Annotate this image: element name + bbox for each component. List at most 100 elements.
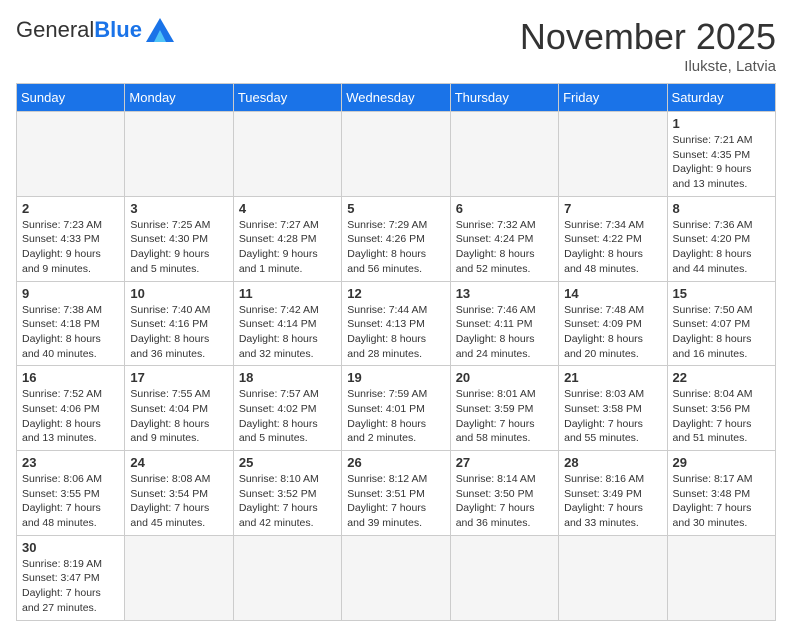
day-number: 5 [347, 201, 444, 216]
day-info: Sunrise: 8:14 AMSunset: 3:50 PMDaylight:… [456, 472, 553, 531]
logo-text: GeneralBlue [16, 17, 142, 42]
day-info: Sunrise: 7:27 AMSunset: 4:28 PMDaylight:… [239, 218, 336, 277]
table-row: 4 Sunrise: 7:27 AMSunset: 4:28 PMDaylight… [233, 196, 341, 281]
table-row: 13Sunrise: 7:46 AMSunset: 4:11 PMDayligh… [450, 281, 558, 366]
day-info: Sunrise: 8:06 AMSunset: 3:55 PMDaylight:… [22, 472, 119, 531]
table-row: 3Sunrise: 7:25 AMSunset: 4:30 PMDaylight… [125, 196, 233, 281]
calendar-row: 9 Sunrise: 7:38 AMSunset: 4:18 PMDaylight… [17, 281, 776, 366]
empty-cell [125, 112, 233, 197]
table-row: 10 Sunrise: 7:40 AMSunset: 4:16 PMDayligh… [125, 281, 233, 366]
day-info: Sunrise: 7:38 AMSunset: 4:18 PMDaylight:… [22, 303, 119, 362]
day-info: Sunrise: 7:50 AMSunset: 4:07 PMDaylight:… [673, 303, 770, 362]
day-number: 2 [22, 201, 119, 216]
calendar-row: 16Sunrise: 7:52 AMSunset: 4:06 PMDayligh… [17, 366, 776, 451]
month-title: November 2025 [520, 16, 776, 58]
header-wednesday: Wednesday [342, 84, 450, 112]
day-number: 3 [130, 201, 227, 216]
day-number: 25 [239, 455, 336, 470]
table-row: 24 Sunrise: 8:08 AMSunset: 3:54 PMDayligh… [125, 451, 233, 536]
day-info: Sunrise: 7:40 AMSunset: 4:16 PMDaylight:… [130, 303, 227, 362]
table-row: 12 Sunrise: 7:44 AMSunset: 4:13 PMDayligh… [342, 281, 450, 366]
day-info: Sunrise: 8:04 AMSunset: 3:56 PMDaylight:… [673, 387, 770, 446]
calendar-row: 30 Sunrise: 8:19 AMSunset: 3:47 PMDayligh… [17, 535, 776, 620]
table-row: 9 Sunrise: 7:38 AMSunset: 4:18 PMDaylight… [17, 281, 125, 366]
table-row: 8 Sunrise: 7:36 AMSunset: 4:20 PMDaylight… [667, 196, 775, 281]
table-row: 29 Sunrise: 8:17 AMSunset: 3:48 PMDayligh… [667, 451, 775, 536]
day-number: 24 [130, 455, 227, 470]
logo: GeneralBlue [16, 16, 176, 44]
day-number: 30 [22, 540, 119, 555]
day-info: Sunrise: 7:36 AMSunset: 4:20 PMDaylight:… [673, 218, 770, 277]
day-number: 18 [239, 370, 336, 385]
empty-cell [17, 112, 125, 197]
day-number: 28 [564, 455, 661, 470]
day-info: Sunrise: 7:55 AMSunset: 4:04 PMDaylight:… [130, 387, 227, 446]
day-number: 1 [673, 116, 770, 131]
table-row: 19Sunrise: 7:59 AMSunset: 4:01 PMDayligh… [342, 366, 450, 451]
day-number: 14 [564, 286, 661, 301]
empty-cell [233, 535, 341, 620]
table-row: 17 Sunrise: 7:55 AMSunset: 4:04 PMDayligh… [125, 366, 233, 451]
table-row: 5 Sunrise: 7:29 AMSunset: 4:26 PMDaylight… [342, 196, 450, 281]
logo-blue: Blue [94, 17, 142, 42]
day-number: 20 [456, 370, 553, 385]
day-info: Sunrise: 7:21 AMSunset: 4:35 PMDaylight:… [673, 133, 770, 192]
day-info: Sunrise: 8:10 AMSunset: 3:52 PMDaylight:… [239, 472, 336, 531]
day-number: 19 [347, 370, 444, 385]
header-tuesday: Tuesday [233, 84, 341, 112]
header-saturday: Saturday [667, 84, 775, 112]
table-row: 1 Sunrise: 7:21 AMSunset: 4:35 PMDaylight… [667, 112, 775, 197]
table-row: 2Sunrise: 7:23 AMSunset: 4:33 PMDaylight… [17, 196, 125, 281]
calendar-row: 1 Sunrise: 7:21 AMSunset: 4:35 PMDaylight… [17, 112, 776, 197]
day-number: 17 [130, 370, 227, 385]
header-monday: Monday [125, 84, 233, 112]
day-info: Sunrise: 7:57 AMSunset: 4:02 PMDaylight:… [239, 387, 336, 446]
day-number: 9 [22, 286, 119, 301]
day-info: Sunrise: 7:42 AMSunset: 4:14 PMDaylight:… [239, 303, 336, 362]
empty-cell [559, 112, 667, 197]
location: Ilukste, Latvia [520, 58, 776, 75]
table-row: 25 Sunrise: 8:10 AMSunset: 3:52 PMDayligh… [233, 451, 341, 536]
day-number: 29 [673, 455, 770, 470]
table-row: 6Sunrise: 7:32 AMSunset: 4:24 PMDaylight… [450, 196, 558, 281]
day-number: 12 [347, 286, 444, 301]
day-info: Sunrise: 7:46 AMSunset: 4:11 PMDaylight:… [456, 303, 553, 362]
table-row: 18 Sunrise: 7:57 AMSunset: 4:02 PMDayligh… [233, 366, 341, 451]
day-number: 6 [456, 201, 553, 216]
table-row: 26Sunrise: 8:12 AMSunset: 3:51 PMDayligh… [342, 451, 450, 536]
table-row: 11Sunrise: 7:42 AMSunset: 4:14 PMDayligh… [233, 281, 341, 366]
day-info: Sunrise: 7:48 AMSunset: 4:09 PMDaylight:… [564, 303, 661, 362]
empty-cell [125, 535, 233, 620]
table-row: 7 Sunrise: 7:34 AMSunset: 4:22 PMDaylight… [559, 196, 667, 281]
day-info: Sunrise: 7:52 AMSunset: 4:06 PMDaylight:… [22, 387, 119, 446]
day-info: Sunrise: 8:19 AMSunset: 3:47 PMDaylight:… [22, 557, 119, 616]
day-number: 27 [456, 455, 553, 470]
day-number: 8 [673, 201, 770, 216]
day-number: 23 [22, 455, 119, 470]
day-info: Sunrise: 7:34 AMSunset: 4:22 PMDaylight:… [564, 218, 661, 277]
calendar-row: 23 Sunrise: 8:06 AMSunset: 3:55 PMDayligh… [17, 451, 776, 536]
day-info: Sunrise: 8:03 AMSunset: 3:58 PMDaylight:… [564, 387, 661, 446]
day-number: 4 [239, 201, 336, 216]
header-thursday: Thursday [450, 84, 558, 112]
day-info: Sunrise: 7:29 AMSunset: 4:26 PMDaylight:… [347, 218, 444, 277]
logo-icon [144, 16, 176, 44]
empty-cell [450, 112, 558, 197]
table-row: 14 Sunrise: 7:48 AMSunset: 4:09 PMDayligh… [559, 281, 667, 366]
day-info: Sunrise: 8:08 AMSunset: 3:54 PMDaylight:… [130, 472, 227, 531]
day-number: 26 [347, 455, 444, 470]
calendar-row: 2Sunrise: 7:23 AMSunset: 4:33 PMDaylight… [17, 196, 776, 281]
empty-cell [342, 535, 450, 620]
day-info: Sunrise: 8:17 AMSunset: 3:48 PMDaylight:… [673, 472, 770, 531]
empty-cell [667, 535, 775, 620]
day-info: Sunrise: 7:44 AMSunset: 4:13 PMDaylight:… [347, 303, 444, 362]
day-number: 10 [130, 286, 227, 301]
day-number: 7 [564, 201, 661, 216]
empty-cell [342, 112, 450, 197]
calendar-table: Sunday Monday Tuesday Wednesday Thursday… [16, 83, 776, 621]
header-friday: Friday [559, 84, 667, 112]
table-row: 20Sunrise: 8:01 AMSunset: 3:59 PMDayligh… [450, 366, 558, 451]
table-row: 16Sunrise: 7:52 AMSunset: 4:06 PMDayligh… [17, 366, 125, 451]
table-row: 22Sunrise: 8:04 AMSunset: 3:56 PMDayligh… [667, 366, 775, 451]
table-row: 21Sunrise: 8:03 AMSunset: 3:58 PMDayligh… [559, 366, 667, 451]
